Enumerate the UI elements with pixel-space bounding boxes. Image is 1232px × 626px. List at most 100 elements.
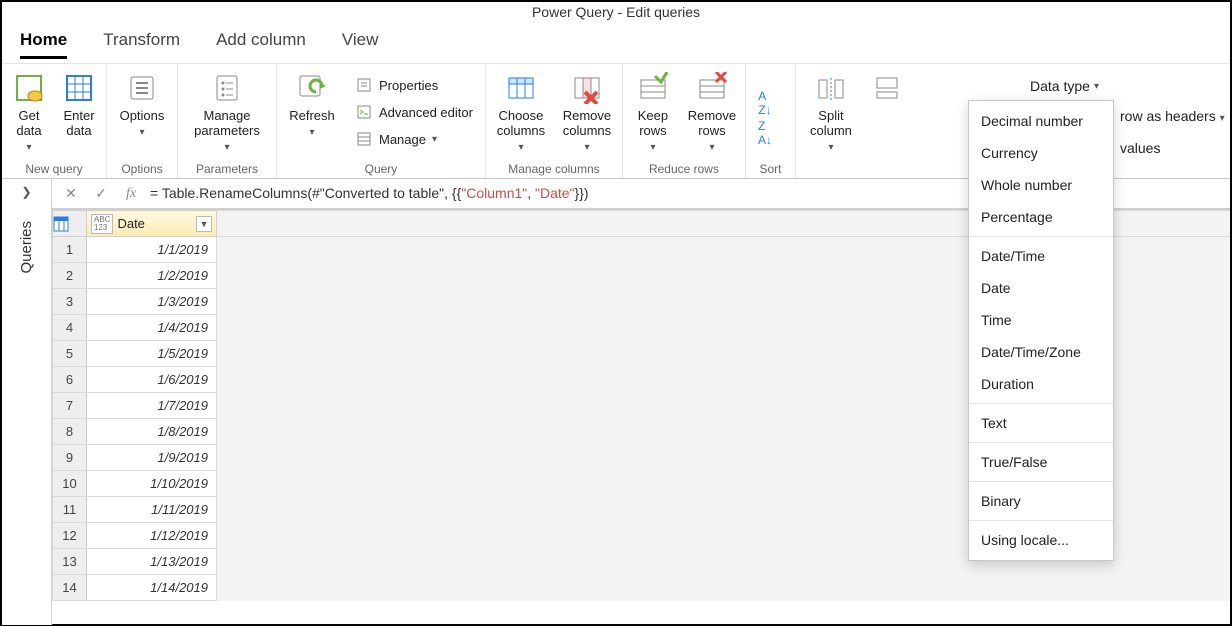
datatype-option[interactable]: Date — [969, 272, 1113, 304]
chevron-down-icon: ▾ — [518, 140, 523, 155]
cell-value[interactable]: 1/7/2019 — [87, 393, 217, 419]
keep-rows-button[interactable]: Keep rows ▾ — [627, 70, 679, 157]
row-number[interactable]: 4 — [53, 315, 87, 341]
datatype-option[interactable]: Using locale... — [969, 524, 1113, 556]
table-row[interactable]: 141/14/2019 — [53, 575, 1231, 601]
chevron-down-icon: ▾ — [1220, 113, 1225, 124]
remove-columns-button[interactable]: Remove columns ▾ — [556, 70, 618, 157]
group-transform: Split column ▾ — [796, 64, 912, 178]
cell-value[interactable]: 1/2/2019 — [87, 263, 217, 289]
expand-queries-button[interactable]: ❯ — [21, 185, 31, 199]
keep-rows-icon — [637, 72, 669, 104]
group-reduce-rows: Keep rows ▾ Remove rows ▾ Reduce rows — [623, 64, 746, 178]
remove-columns-icon — [571, 72, 603, 104]
cell-value[interactable]: 1/8/2019 — [87, 419, 217, 445]
datatype-option[interactable]: Text — [969, 407, 1113, 439]
row-number[interactable]: 10 — [53, 471, 87, 497]
chevron-down-icon: ▾ — [584, 140, 589, 155]
group-by-button[interactable] — [866, 70, 908, 108]
cell-value[interactable]: 1/3/2019 — [87, 289, 217, 315]
accept-formula-button[interactable]: ✓ — [90, 184, 112, 204]
chevron-down-icon: ▾ — [26, 140, 31, 155]
use-first-row-headers-button[interactable]: row as headers ▾ — [1120, 108, 1225, 124]
cell-value[interactable]: 1/13/2019 — [87, 549, 217, 575]
remove-rows-button[interactable]: Remove rows ▾ — [683, 70, 741, 157]
datatype-option[interactable]: Duration — [969, 368, 1113, 400]
cancel-formula-button[interactable]: ✕ — [60, 184, 82, 204]
cell-value[interactable]: 1/12/2019 — [87, 523, 217, 549]
group-manage-columns: Choose columns ▾ Remove columns ▾ Manage… — [486, 64, 623, 178]
choose-columns-button[interactable]: Choose columns ▾ — [490, 70, 552, 157]
tab-home[interactable]: Home — [20, 30, 67, 59]
split-column-button[interactable]: Split column ▾ — [800, 70, 862, 157]
sort-asc-button[interactable]: AZ↓ — [750, 90, 780, 116]
chevron-down-icon: ▾ — [1094, 81, 1099, 92]
tab-view[interactable]: View — [342, 30, 379, 59]
row-number[interactable]: 14 — [53, 575, 87, 601]
row-number[interactable]: 5 — [53, 341, 87, 367]
cell-value[interactable]: 1/1/2019 — [87, 237, 217, 263]
split-column-icon — [815, 72, 847, 104]
group-sort: AZ↓ ZA↓ Sort — [746, 64, 796, 178]
datatype-option[interactable]: Date/Time — [969, 240, 1113, 272]
chevron-down-icon: ▾ — [432, 134, 437, 145]
queries-panel: ❯ Queries — [2, 179, 52, 625]
row-number[interactable]: 2 — [53, 263, 87, 289]
get-data-button[interactable]: Get data ▾ — [6, 70, 52, 157]
manage-parameters-button[interactable]: Manage parameters ▾ — [182, 70, 272, 157]
datatype-option[interactable]: Percentage — [969, 201, 1113, 233]
row-number[interactable]: 12 — [53, 523, 87, 549]
row-number[interactable]: 13 — [53, 549, 87, 575]
datatype-option[interactable]: True/False — [969, 446, 1113, 478]
select-all-corner[interactable] — [53, 211, 87, 237]
datatype-option[interactable]: Decimal number — [969, 105, 1113, 137]
queries-label: Queries — [18, 221, 35, 274]
sort-desc-button[interactable]: ZA↓ — [750, 120, 780, 146]
enter-data-icon — [63, 72, 95, 104]
group-new-query: Get data ▾ Enter data New query — [2, 64, 107, 178]
row-number[interactable]: 7 — [53, 393, 87, 419]
window-title: Power Query - Edit queries — [2, 2, 1230, 22]
manage-icon — [355, 130, 373, 148]
row-number[interactable]: 11 — [53, 497, 87, 523]
column-header-date[interactable]: ABC123 Date ▼ — [87, 211, 217, 237]
datatype-option[interactable]: Binary — [969, 485, 1113, 517]
formula-input[interactable]: = Table.RenameColumns(#"Converted to tab… — [150, 185, 589, 202]
replace-values-button[interactable]: values — [1120, 140, 1160, 156]
chevron-down-icon: ▾ — [828, 140, 833, 155]
choose-columns-icon — [505, 72, 537, 104]
group-by-icon — [871, 72, 903, 104]
cell-value[interactable]: 1/10/2019 — [87, 471, 217, 497]
cell-value[interactable]: 1/11/2019 — [87, 497, 217, 523]
parameters-icon — [211, 72, 243, 104]
datatype-option[interactable]: Date/Time/Zone — [969, 336, 1113, 368]
cell-value[interactable]: 1/5/2019 — [87, 341, 217, 367]
datatype-option[interactable]: Time — [969, 304, 1113, 336]
row-number[interactable]: 9 — [53, 445, 87, 471]
tab-transform[interactable]: Transform — [103, 30, 180, 59]
row-number[interactable]: 8 — [53, 419, 87, 445]
column-type-icon[interactable]: ABC123 — [91, 214, 113, 234]
cell-value[interactable]: 1/4/2019 — [87, 315, 217, 341]
fx-button[interactable]: fx — [120, 184, 142, 204]
cell-value[interactable]: 1/14/2019 — [87, 575, 217, 601]
chevron-down-icon: ▾ — [309, 125, 314, 140]
row-number[interactable]: 6 — [53, 367, 87, 393]
datatype-option[interactable]: Currency — [969, 137, 1113, 169]
manage-button[interactable]: Manage ▾ — [351, 126, 477, 152]
advanced-editor-button[interactable]: Advanced editor — [351, 99, 477, 125]
chevron-down-icon: ▾ — [650, 140, 655, 155]
cell-value[interactable]: 1/9/2019 — [87, 445, 217, 471]
refresh-button[interactable]: Refresh ▾ — [281, 70, 343, 142]
data-type-button[interactable]: Data type ▾ — [1030, 78, 1099, 94]
column-filter-button[interactable]: ▼ — [196, 216, 212, 232]
sort-desc-icon: ZA↓ — [758, 119, 772, 147]
tab-add-column[interactable]: Add column — [216, 30, 306, 59]
datatype-option[interactable]: Whole number — [969, 169, 1113, 201]
row-number[interactable]: 1 — [53, 237, 87, 263]
cell-value[interactable]: 1/6/2019 — [87, 367, 217, 393]
properties-button[interactable]: Properties — [351, 72, 477, 98]
row-number[interactable]: 3 — [53, 289, 87, 315]
enter-data-button[interactable]: Enter data — [56, 70, 102, 140]
options-button[interactable]: Options ▾ — [111, 70, 173, 142]
